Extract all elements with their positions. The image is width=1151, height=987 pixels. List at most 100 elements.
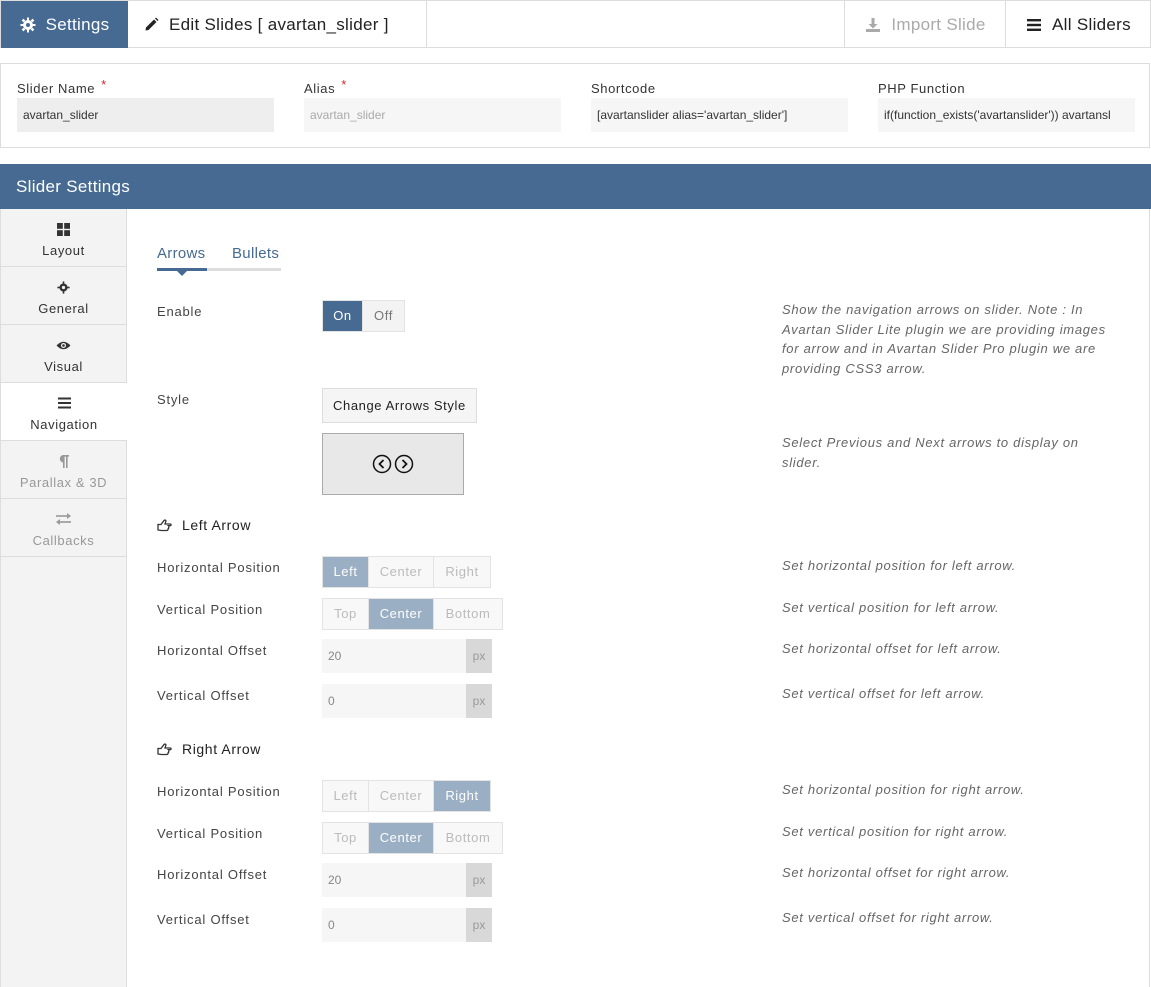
- bars-icon: [1027, 18, 1042, 31]
- hand-pointer-icon: [157, 518, 172, 531]
- php-function-label: PHP Function: [878, 81, 966, 96]
- right-hpos-left-option[interactable]: Left: [323, 781, 369, 811]
- sidebar-item-layout[interactable]: Layout: [1, 209, 126, 267]
- enable-on-option[interactable]: On: [323, 301, 363, 331]
- import-slide-button[interactable]: Import Slide: [844, 1, 1006, 48]
- right-vpos-description: Set vertical position for right arrow.: [782, 824, 1009, 839]
- left-voff-label: Vertical Offset: [157, 688, 250, 703]
- left-hpos-description: Set horizontal position for left arrow.: [782, 558, 1016, 573]
- right-voff-unit: px: [466, 908, 492, 942]
- style-description: Select Previous and Next arrows to displ…: [782, 435, 1079, 470]
- grid-icon: [57, 222, 70, 236]
- sidebar-item-general[interactable]: General: [1, 267, 126, 325]
- left-hpos-selector: Left Center Right: [322, 556, 491, 588]
- arrow-style-preview: [322, 433, 464, 495]
- right-hoff-label: Horizontal Offset: [157, 867, 268, 882]
- right-hoff-description: Set horizontal offset for right arrow.: [782, 865, 1011, 880]
- right-vpos-bottom-option[interactable]: Bottom: [434, 823, 502, 853]
- slider-settings-header: Slider Settings: [0, 164, 1151, 209]
- settings-label: Settings: [45, 14, 110, 34]
- left-hoff-description: Set horizontal offset for left arrow.: [782, 641, 1002, 656]
- sidebar-item-label: Parallax & 3D: [19, 475, 108, 490]
- right-voff-description: Set vertical offset for right arrow.: [782, 910, 994, 925]
- slider-name-label: Slider Name *: [17, 77, 107, 96]
- right-hoff-input[interactable]: 20: [322, 863, 466, 897]
- sidebar-item-label: Visual: [44, 359, 83, 374]
- download-icon: [866, 17, 881, 32]
- left-vpos-top-option[interactable]: Top: [323, 599, 369, 629]
- paragraph-icon: [59, 454, 69, 468]
- required-marker: *: [101, 77, 107, 92]
- right-hpos-description: Set horizontal position for right arrow.: [782, 782, 1025, 797]
- right-vpos-label: Vertical Position: [157, 826, 264, 841]
- prev-arrow-icon: [372, 454, 392, 474]
- settings-button[interactable]: Settings: [1, 1, 128, 48]
- right-hpos-right-option[interactable]: Right: [434, 781, 490, 811]
- sidebar-item-label: General: [38, 301, 89, 316]
- gear-icon: [20, 17, 36, 32]
- left-arrow-heading: Left Arrow: [157, 517, 251, 533]
- left-hoff-unit: px: [466, 639, 492, 673]
- shortcode-input[interactable]: [avartanslider alias='avartan_slider']: [591, 98, 848, 132]
- change-arrows-style-button[interactable]: Change Arrows Style: [322, 388, 477, 423]
- sidebar-item-navigation[interactable]: Navigation: [1, 383, 127, 441]
- sidebar-item-visual[interactable]: Visual: [1, 325, 126, 383]
- bars-icon: [57, 397, 71, 409]
- right-voff-input[interactable]: 0: [322, 908, 466, 942]
- arrow-subtabs: Arrows Bullets: [157, 245, 281, 276]
- pencil-icon: [145, 17, 159, 31]
- right-hpos-center-option[interactable]: Center: [369, 781, 434, 811]
- required-marker: *: [341, 77, 347, 92]
- left-hpos-center-option[interactable]: Center: [369, 557, 434, 587]
- left-voff-field: 0 px: [322, 684, 492, 718]
- alias-input[interactable]: avartan_slider: [304, 98, 561, 132]
- edit-slides-button[interactable]: Edit Slides [ avartan_slider ]: [128, 1, 427, 48]
- right-arrow-heading: Right Arrow: [157, 741, 261, 757]
- settings-sidebar: Layout General Visual Navigation Paralla…: [0, 209, 127, 987]
- enable-toggle: On Off: [322, 300, 405, 332]
- left-hpos-left-option[interactable]: Left: [323, 557, 369, 587]
- edit-slides-label: Edit Slides [ avartan_slider ]: [169, 14, 389, 34]
- left-vpos-label: Vertical Position: [157, 602, 264, 617]
- right-arrow-title: Right Arrow: [182, 741, 261, 757]
- right-vpos-top-option[interactable]: Top: [323, 823, 369, 853]
- shortcode-label: Shortcode: [591, 81, 656, 96]
- alias-label: Alias *: [304, 77, 347, 96]
- top-toolbar: Settings Edit Slides [ avartan_slider ] …: [0, 0, 1151, 48]
- all-sliders-button[interactable]: All Sliders: [1005, 1, 1151, 48]
- sidebar-item-label: Navigation: [30, 417, 98, 432]
- right-hpos-selector: Left Center Right: [322, 780, 491, 812]
- php-function-input[interactable]: if(function_exists('avartanslider')) ava…: [878, 98, 1135, 132]
- right-hoff-unit: px: [466, 863, 492, 897]
- sidebar-item-parallax[interactable]: Parallax & 3D: [1, 441, 126, 499]
- left-vpos-selector: Top Center Bottom: [322, 598, 503, 630]
- left-hoff-input[interactable]: 20: [322, 639, 466, 673]
- right-vpos-center-option[interactable]: Center: [369, 823, 434, 853]
- left-vpos-description: Set vertical position for left arrow.: [782, 600, 1000, 615]
- right-voff-label: Vertical Offset: [157, 912, 250, 927]
- gear-icon: [57, 280, 70, 294]
- left-vpos-center-option[interactable]: Center: [369, 599, 434, 629]
- left-vpos-bottom-option[interactable]: Bottom: [434, 599, 502, 629]
- enable-label: Enable: [157, 304, 203, 319]
- tab-bullets[interactable]: Bullets: [207, 245, 281, 271]
- import-slide-label: Import Slide: [891, 14, 986, 34]
- next-arrow-icon: [394, 454, 414, 474]
- right-voff-field: 0 px: [322, 908, 492, 942]
- enable-description: Show the navigation arrows on slider. No…: [782, 302, 1106, 376]
- left-hoff-label: Horizontal Offset: [157, 643, 268, 658]
- right-hpos-label: Horizontal Position: [157, 784, 281, 799]
- left-hpos-right-option[interactable]: Right: [434, 557, 490, 587]
- hand-pointer-icon: [157, 742, 172, 755]
- sidebar-item-label: Layout: [42, 243, 85, 258]
- slider-name-input[interactable]: avartan_slider: [17, 98, 274, 132]
- navigation-settings-panel: Arrows Bullets Enable On Off Show the na…: [128, 209, 1150, 987]
- tab-arrows[interactable]: Arrows: [157, 245, 207, 276]
- enable-off-option[interactable]: Off: [363, 301, 404, 331]
- left-voff-input[interactable]: 0: [322, 684, 466, 718]
- left-voff-description: Set vertical offset for left arrow.: [782, 686, 985, 701]
- sidebar-item-callbacks[interactable]: Callbacks: [1, 499, 126, 557]
- right-vpos-selector: Top Center Bottom: [322, 822, 503, 854]
- sidebar-item-label: Callbacks: [32, 533, 95, 548]
- eye-icon: [56, 341, 71, 349]
